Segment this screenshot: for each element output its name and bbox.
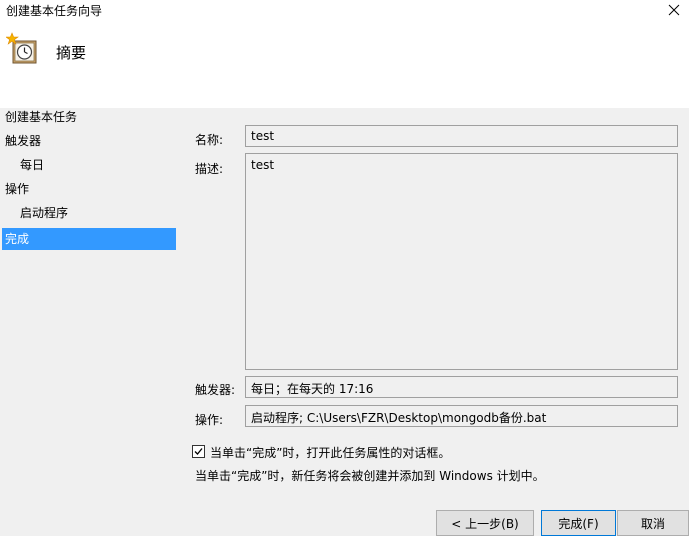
step-start-program[interactable]: 启动程序 — [20, 202, 68, 224]
description-field[interactable]: test — [245, 153, 678, 370]
finish-info-text: 当单击“完成”时，新任务将会被创建并添加到 Windows 计划中。 — [195, 469, 545, 483]
step-daily[interactable]: 每日 — [20, 154, 44, 176]
action-label: 操作: — [195, 413, 224, 427]
back-button[interactable]: < 上一步(B) — [436, 510, 534, 536]
summary-pane: 名称: test 描述: test 触发器: 每日；在每天的 17:16 操作:… — [186, 108, 689, 536]
window-title: 创建基本任务向导 — [6, 4, 103, 18]
finish-button[interactable]: 完成(F) — [541, 510, 616, 536]
open-properties-label[interactable]: 当单击“完成”时，打开此任务属性的对话框。 — [210, 444, 450, 461]
trigger-field[interactable]: 每日；在每天的 17:16 — [245, 376, 678, 398]
step-create-basic-task[interactable]: 创建基本任务 — [5, 106, 77, 128]
name-label: 名称: — [195, 133, 224, 147]
close-icon — [668, 4, 680, 16]
page-title: 摘要 — [56, 44, 87, 62]
task-clock-icon — [6, 32, 37, 64]
step-finish[interactable]: 完成 — [2, 228, 176, 250]
action-field[interactable]: 启动程序; C:\Users\FZR\Desktop\mongodb备份.bat — [245, 405, 678, 427]
step-trigger[interactable]: 触发器 — [5, 130, 41, 152]
close-button[interactable] — [659, 0, 689, 20]
name-field[interactable]: test — [245, 125, 678, 147]
cancel-button[interactable]: 取消 — [617, 510, 689, 536]
step-action[interactable]: 操作 — [5, 178, 29, 200]
description-label: 描述: — [195, 162, 224, 176]
wizard-steps: 创建基本任务 触发器 每日 操作 启动程序 完成 — [0, 108, 186, 536]
checkmark-icon — [194, 448, 203, 455]
title-bar: 创建基本任务向导 — [0, 0, 689, 22]
wizard-header: 摘要 — [0, 22, 689, 108]
trigger-label: 触发器: — [195, 383, 236, 397]
open-properties-checkbox[interactable] — [192, 445, 205, 458]
